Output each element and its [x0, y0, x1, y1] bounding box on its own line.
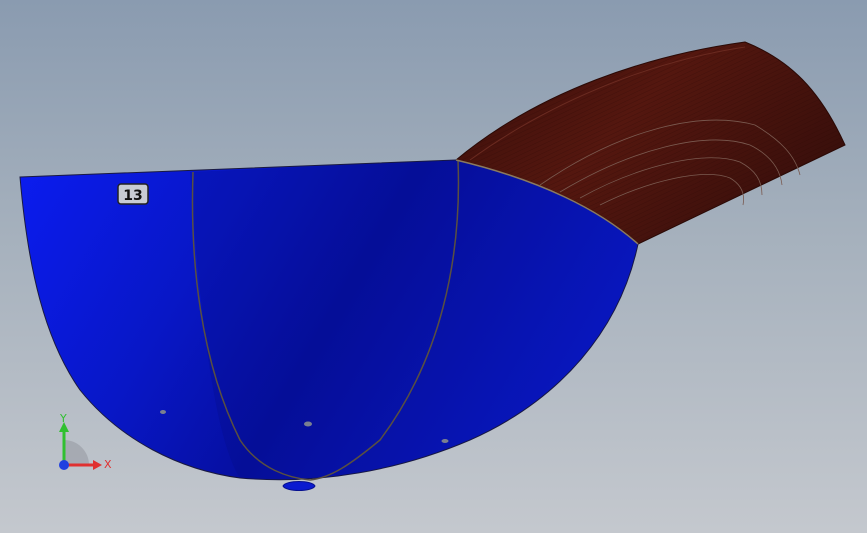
y-axis-label: Y	[59, 412, 67, 425]
z-axis-indicator	[59, 460, 69, 470]
top-button[interactable]	[282, 481, 316, 491]
axis-triad[interactable]: Y X	[50, 410, 120, 480]
x-axis-arrowhead	[93, 460, 102, 470]
eyelet	[304, 421, 312, 427]
graphics-viewport[interactable]: 13 Y X	[0, 0, 867, 533]
triad-plane-indicator	[64, 440, 89, 465]
cap-model[interactable]: 13	[0, 0, 867, 533]
size-tag-label: 13	[123, 188, 142, 204]
x-axis-label: X	[104, 458, 112, 471]
eyelet	[160, 410, 166, 414]
size-tag-icon: 13	[117, 183, 149, 205]
eyelet	[441, 439, 449, 443]
